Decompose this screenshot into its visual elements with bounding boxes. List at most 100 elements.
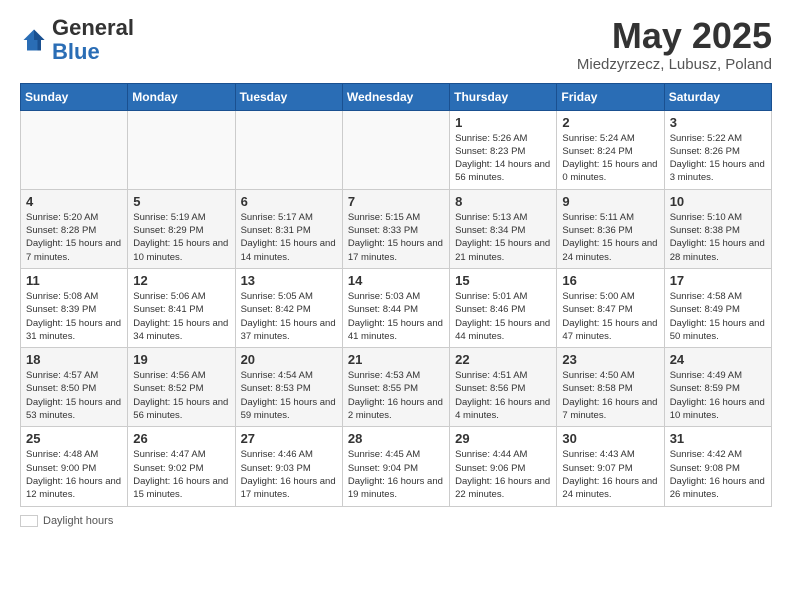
logo-icon [20, 26, 48, 54]
title-block: May 2025 Miedzyrzecz, Lubusz, Poland [577, 16, 772, 73]
day-number: 2 [562, 115, 658, 130]
col-saturday: Saturday [664, 83, 771, 110]
col-tuesday: Tuesday [235, 83, 342, 110]
day-info: Sunrise: 4:56 AM Sunset: 8:52 PM Dayligh… [133, 369, 229, 422]
day-number: 5 [133, 194, 229, 209]
day-cell: 12 Sunrise: 5:06 AM Sunset: 8:41 PM Dayli… [128, 268, 235, 347]
day-info: Sunrise: 5:06 AM Sunset: 8:41 PM Dayligh… [133, 290, 229, 343]
col-wednesday: Wednesday [342, 83, 449, 110]
day-cell: 29 Sunrise: 4:44 AM Sunset: 9:06 PM Dayli… [450, 427, 557, 506]
day-number: 20 [241, 352, 337, 367]
day-cell: 9 Sunrise: 5:11 AM Sunset: 8:36 PM Daylig… [557, 189, 664, 268]
header-row: Sunday Monday Tuesday Wednesday Thursday… [21, 83, 772, 110]
logo-general: General [52, 15, 134, 40]
day-info: Sunrise: 5:22 AM Sunset: 8:26 PM Dayligh… [670, 132, 766, 185]
day-number: 30 [562, 431, 658, 446]
day-number: 18 [26, 352, 122, 367]
day-info: Sunrise: 4:42 AM Sunset: 9:08 PM Dayligh… [670, 448, 766, 501]
logo-text: General Blue [52, 16, 134, 64]
day-info: Sunrise: 4:44 AM Sunset: 9:06 PM Dayligh… [455, 448, 551, 501]
day-number: 21 [348, 352, 444, 367]
day-number: 27 [241, 431, 337, 446]
day-info: Sunrise: 4:51 AM Sunset: 8:56 PM Dayligh… [455, 369, 551, 422]
day-cell [342, 110, 449, 189]
day-info: Sunrise: 4:43 AM Sunset: 9:07 PM Dayligh… [562, 448, 658, 501]
day-cell: 23 Sunrise: 4:50 AM Sunset: 8:58 PM Dayli… [557, 348, 664, 427]
day-number: 3 [670, 115, 766, 130]
day-cell: 2Sunrise: 5:24 AM Sunset: 8:24 PM Daylig… [557, 110, 664, 189]
col-monday: Monday [128, 83, 235, 110]
day-cell: 1Sunrise: 5:26 AM Sunset: 8:23 PM Daylig… [450, 110, 557, 189]
day-cell [235, 110, 342, 189]
day-info: Sunrise: 4:50 AM Sunset: 8:58 PM Dayligh… [562, 369, 658, 422]
day-cell: 31 Sunrise: 4:42 AM Sunset: 9:08 PM Dayli… [664, 427, 771, 506]
day-info: Sunrise: 5:26 AM Sunset: 8:23 PM Dayligh… [455, 132, 551, 185]
day-cell: 22 Sunrise: 4:51 AM Sunset: 8:56 PM Dayli… [450, 348, 557, 427]
col-thursday: Thursday [450, 83, 557, 110]
day-cell: 18 Sunrise: 4:57 AM Sunset: 8:50 PM Dayli… [21, 348, 128, 427]
day-info: Sunrise: 5:05 AM Sunset: 8:42 PM Dayligh… [241, 290, 337, 343]
day-number: 16 [562, 273, 658, 288]
day-cell [128, 110, 235, 189]
week-row-0: 1Sunrise: 5:26 AM Sunset: 8:23 PM Daylig… [21, 110, 772, 189]
day-number: 14 [348, 273, 444, 288]
week-row-1: 4 Sunrise: 5:20 AM Sunset: 8:28 PM Daylig… [21, 189, 772, 268]
day-info: Sunrise: 5:08 AM Sunset: 8:39 PM Dayligh… [26, 290, 122, 343]
day-cell: 28Sunrise: 4:45 AM Sunset: 9:04 PM Dayli… [342, 427, 449, 506]
day-cell: 7 Sunrise: 5:15 AM Sunset: 8:33 PM Daylig… [342, 189, 449, 268]
day-info: Sunrise: 4:54 AM Sunset: 8:53 PM Dayligh… [241, 369, 337, 422]
legend-label: Daylight hours [43, 515, 113, 527]
day-cell: 26Sunrise: 4:47 AM Sunset: 9:02 PM Dayli… [128, 427, 235, 506]
day-cell: 30 Sunrise: 4:43 AM Sunset: 9:07 PM Dayli… [557, 427, 664, 506]
legend: Daylight hours [20, 515, 772, 527]
day-cell: 20 Sunrise: 4:54 AM Sunset: 8:53 PM Dayli… [235, 348, 342, 427]
day-number: 24 [670, 352, 766, 367]
day-number: 12 [133, 273, 229, 288]
day-number: 28 [348, 431, 444, 446]
day-number: 7 [348, 194, 444, 209]
day-number: 22 [455, 352, 551, 367]
day-number: 15 [455, 273, 551, 288]
day-number: 9 [562, 194, 658, 209]
col-friday: Friday [557, 83, 664, 110]
day-number: 23 [562, 352, 658, 367]
month-title: May 2025 [577, 16, 772, 56]
day-info: Sunrise: 5:00 AM Sunset: 8:47 PM Dayligh… [562, 290, 658, 343]
day-cell: 10 Sunrise: 5:10 AM Sunset: 8:38 PM Dayli… [664, 189, 771, 268]
day-info: Sunrise: 5:01 AM Sunset: 8:46 PM Dayligh… [455, 290, 551, 343]
day-cell: 4 Sunrise: 5:20 AM Sunset: 8:28 PM Daylig… [21, 189, 128, 268]
day-number: 31 [670, 431, 766, 446]
day-info: Sunrise: 4:57 AM Sunset: 8:50 PM Dayligh… [26, 369, 122, 422]
day-number: 25 [26, 431, 122, 446]
day-cell: 25Sunrise: 4:48 AM Sunset: 9:00 PM Dayli… [21, 427, 128, 506]
day-info: Sunrise: 4:53 AM Sunset: 8:55 PM Dayligh… [348, 369, 444, 422]
day-info: Sunrise: 4:49 AM Sunset: 8:59 PM Dayligh… [670, 369, 766, 422]
day-info: Sunrise: 5:19 AM Sunset: 8:29 PM Dayligh… [133, 211, 229, 264]
day-number: 10 [670, 194, 766, 209]
day-cell: 17Sunrise: 4:58 AM Sunset: 8:49 PM Dayli… [664, 268, 771, 347]
day-cell: 6 Sunrise: 5:17 AM Sunset: 8:31 PM Daylig… [235, 189, 342, 268]
day-info: Sunrise: 5:03 AM Sunset: 8:44 PM Dayligh… [348, 290, 444, 343]
week-row-4: 25Sunrise: 4:48 AM Sunset: 9:00 PM Dayli… [21, 427, 772, 506]
day-cell: 21 Sunrise: 4:53 AM Sunset: 8:55 PM Dayli… [342, 348, 449, 427]
day-number: 8 [455, 194, 551, 209]
day-number: 29 [455, 431, 551, 446]
day-cell: 16 Sunrise: 5:00 AM Sunset: 8:47 PM Dayli… [557, 268, 664, 347]
day-info: Sunrise: 5:11 AM Sunset: 8:36 PM Dayligh… [562, 211, 658, 264]
day-info: Sunrise: 5:15 AM Sunset: 8:33 PM Dayligh… [348, 211, 444, 264]
day-info: Sunrise: 5:20 AM Sunset: 8:28 PM Dayligh… [26, 211, 122, 264]
day-cell: 27 Sunrise: 4:46 AM Sunset: 9:03 PM Dayli… [235, 427, 342, 506]
page: General Blue May 2025 Miedzyrzecz, Lubus… [0, 0, 792, 537]
day-info: Sunrise: 5:10 AM Sunset: 8:38 PM Dayligh… [670, 211, 766, 264]
day-number: 6 [241, 194, 337, 209]
day-number: 13 [241, 273, 337, 288]
day-info: Sunrise: 4:46 AM Sunset: 9:03 PM Dayligh… [241, 448, 337, 501]
day-number: 11 [26, 273, 122, 288]
day-number: 4 [26, 194, 122, 209]
day-cell: 15 Sunrise: 5:01 AM Sunset: 8:46 PM Dayli… [450, 268, 557, 347]
day-cell: 24 Sunrise: 4:49 AM Sunset: 8:59 PM Dayli… [664, 348, 771, 427]
day-cell: 5 Sunrise: 5:19 AM Sunset: 8:29 PM Daylig… [128, 189, 235, 268]
day-info: Sunrise: 5:17 AM Sunset: 8:31 PM Dayligh… [241, 211, 337, 264]
day-cell: 19Sunrise: 4:56 AM Sunset: 8:52 PM Dayli… [128, 348, 235, 427]
subtitle: Miedzyrzecz, Lubusz, Poland [577, 56, 772, 73]
